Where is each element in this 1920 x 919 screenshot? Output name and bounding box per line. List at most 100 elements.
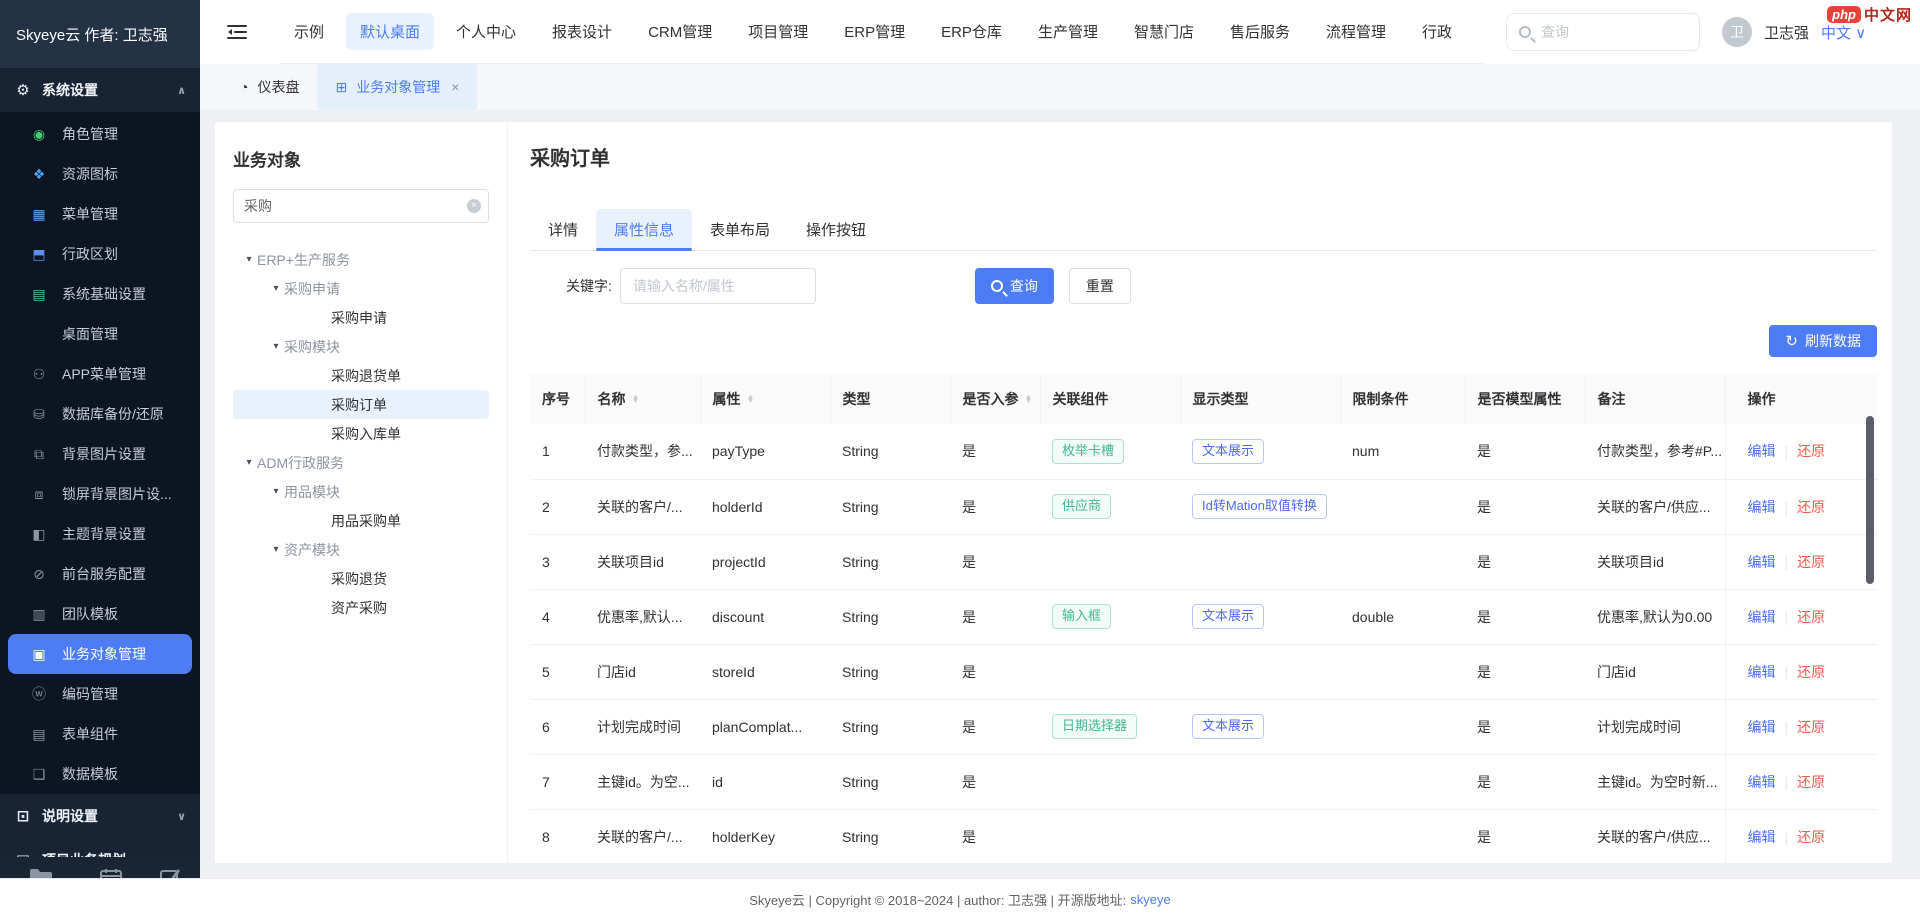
sidebar-item-编码管理[interactable]: ⓦ 编码管理 [0,674,200,714]
sidebar-item-背景图片设置[interactable]: ⧉ 背景图片设置 [0,434,200,474]
restore-link[interactable]: 还原 [1797,443,1825,459]
tree-node-ADM行政服务[interactable]: ▾ ADM行政服务 [233,448,489,477]
sort-icon[interactable]: ▲▼ [747,395,755,404]
sidebar-item-资源图标[interactable]: ❖ 资源图标 [0,154,200,194]
sidebar-item-行政区划[interactable]: ⬒ 行政区划 [0,234,200,274]
tab-详情[interactable]: 详情 [530,209,596,250]
sidebar-section-说明设置[interactable]: ⊡ 说明设置 ∨ [0,794,200,838]
tab-属性信息[interactable]: 属性信息 [596,209,692,250]
action-separator: | [1785,829,1789,845]
cell-component: 输入框 [1040,589,1180,644]
sidebar-item-主题背景设置[interactable]: ◧ 主题背景设置 [0,514,200,554]
tree-node-采购申请[interactable]: ▾ 采购申请 [233,274,489,303]
sidebar-item-表单组件[interactable]: ▤ 表单组件 [0,714,200,754]
tree-node-采购入库单[interactable]: 采购入库单 [233,419,489,448]
nav-tab-ERP管理[interactable]: ERP管理 [830,13,919,50]
close-icon[interactable]: × [451,79,459,95]
tree-node-采购申请[interactable]: 采购申请 [233,303,489,332]
tree-node-采购订单[interactable]: 采购订单 [233,390,489,419]
nav-tab-示例[interactable]: 示例 [280,13,338,50]
nav-tab-行政[interactable]: 行政 [1408,13,1466,50]
user-name[interactable]: 卫志强 [1764,22,1809,43]
sidebar-item-桌面管理[interactable]: 桌面管理 [0,314,200,354]
tree-node-采购退货[interactable]: 采购退货 [233,564,489,593]
tree-node-采购退货单[interactable]: 采购退货单 [233,361,489,390]
refresh-data-button[interactable]: ↻刷新数据 [1769,325,1877,357]
edit-link[interactable]: 编辑 [1748,499,1776,515]
clear-icon[interactable]: × [467,199,481,213]
caret-down-icon[interactable]: ▾ [268,486,284,497]
action-separator: | [1785,609,1789,625]
nav-tab-生产管理[interactable]: 生产管理 [1024,13,1112,50]
sidebar-item-菜单管理[interactable]: ▦ 菜单管理 [0,194,200,234]
caret-down-icon[interactable]: ▾ [241,254,257,265]
nav-tab-CRM管理[interactable]: CRM管理 [634,13,726,50]
nav-tab-智慧门店[interactable]: 智慧门店 [1120,13,1208,50]
sidebar-item-数据模板[interactable]: ❑ 数据模板 [0,754,200,794]
sidebar-section-system-settings[interactable]: ⚙ 系统设置 ∧ [0,68,200,112]
caret-down-icon[interactable]: ▾ [268,283,284,294]
edit-link[interactable]: 编辑 [1748,829,1776,845]
column-header-名称[interactable]: 名称▲▼ [585,374,700,424]
sidebar-item-APP菜单管理[interactable]: ⚇ APP菜单管理 [0,354,200,394]
edit-link[interactable]: 编辑 [1748,443,1776,459]
restore-link[interactable]: 还原 [1797,719,1825,735]
keyword-input[interactable] [620,268,816,304]
edit-link[interactable]: 编辑 [1748,554,1776,570]
nav-tab-个人中心[interactable]: 个人中心 [442,13,530,50]
column-header-是否入参[interactable]: 是否入参▲▼ [950,374,1040,424]
sidebar-item-团队模板[interactable]: ▥ 团队模板 [0,594,200,634]
sidebar-item-数据库备份/还原[interactable]: ⛁ 数据库备份/还原 [0,394,200,434]
edit-link[interactable]: 编辑 [1748,664,1776,680]
tree-search-input[interactable] [233,189,489,223]
page-tab-仪表盘[interactable]: ◔ 仪表盘 [222,64,317,110]
restore-link[interactable]: 还原 [1797,554,1825,570]
edit-link[interactable]: 编辑 [1748,774,1776,790]
restore-link[interactable]: 还原 [1797,609,1825,625]
caret-down-icon[interactable]: ▾ [241,457,257,468]
edit-link[interactable]: 编辑 [1748,609,1776,625]
cell-display-type [1180,754,1340,809]
page-tab-业务对象管理[interactable]: ⊞ 业务对象管理 × [317,64,477,110]
restore-link[interactable]: 还原 [1797,774,1825,790]
column-header-属性[interactable]: 属性▲▼ [700,374,830,424]
sidebar-item-业务对象管理[interactable]: ▣ 业务对象管理 [8,634,192,674]
tree-node-采购模块[interactable]: ▾ 采购模块 [233,332,489,361]
tree-node-用品采购单[interactable]: 用品采购单 [233,506,489,535]
tree-node-资产模块[interactable]: ▾ 资产模块 [233,535,489,564]
search-button[interactable]: 查询 [975,268,1054,304]
restore-link[interactable]: 还原 [1797,829,1825,845]
edit-link[interactable]: 编辑 [1748,719,1776,735]
reset-button[interactable]: 重置 [1069,268,1131,304]
app-menu-icon: ⚇ [30,366,48,383]
footer-link[interactable]: skyeye [1130,892,1170,907]
sidebar-item-角色管理[interactable]: ◉ 角色管理 [0,114,200,154]
menu-fold-icon[interactable] [224,19,250,45]
global-search[interactable] [1506,13,1700,51]
tree-node-ERP+生产服务[interactable]: ▾ ERP+生产服务 [233,245,489,274]
nav-tab-默认桌面[interactable]: 默认桌面 [346,13,434,50]
global-search-input[interactable] [1539,23,1659,41]
restore-link[interactable]: 还原 [1797,499,1825,515]
tab-操作按钮[interactable]: 操作按钮 [788,209,884,250]
sort-icon[interactable]: ▲▼ [632,395,640,404]
nav-tab-售后服务[interactable]: 售后服务 [1216,13,1304,50]
sidebar-item-前台服务配置[interactable]: ⊘ 前台服务配置 [0,554,200,594]
restore-link[interactable]: 还原 [1797,664,1825,680]
nav-tab-流程管理[interactable]: 流程管理 [1312,13,1400,50]
sort-icon[interactable]: ▲▼ [1025,395,1033,404]
nav-tab-报表设计[interactable]: 报表设计 [538,13,626,50]
sidebar-item-系统基础设置[interactable]: ▤ 系统基础设置 [0,274,200,314]
avatar[interactable]: 卫 [1722,17,1752,47]
nav-tab-ERP仓库[interactable]: ERP仓库 [927,13,1016,50]
tree-node-用品模块[interactable]: ▾ 用品模块 [233,477,489,506]
cell-actions: 编辑|还原 [1725,534,1877,589]
tree-node-资产采购[interactable]: 资产采购 [233,593,489,622]
caret-down-icon[interactable]: ▾ [268,544,284,555]
nav-tab-项目管理[interactable]: 项目管理 [734,13,822,50]
vertical-scrollbar[interactable] [1866,416,1874,584]
sidebar-item-锁屏背景图片设...[interactable]: ⧈ 锁屏背景图片设... [0,474,200,514]
cell-remark: 优惠率,默认为0.00 [1585,589,1725,644]
caret-down-icon[interactable]: ▾ [268,341,284,352]
tab-表单布局[interactable]: 表单布局 [692,209,788,250]
